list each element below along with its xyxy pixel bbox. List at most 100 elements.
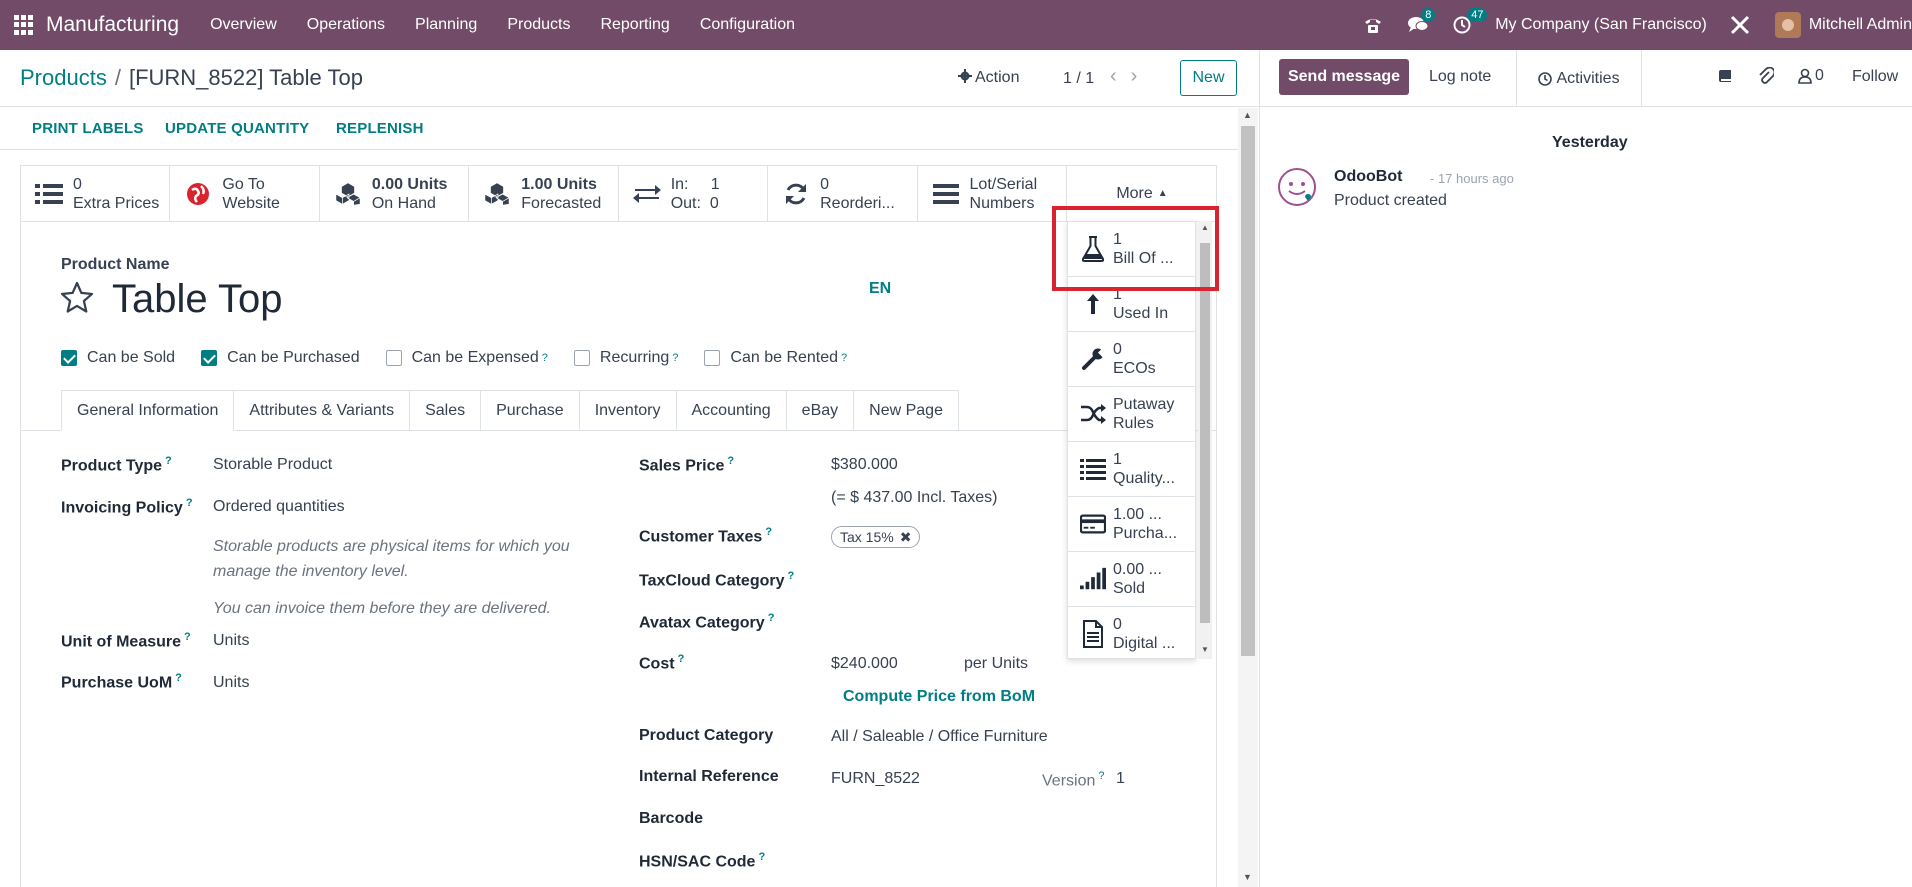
menu-products[interactable]: Products xyxy=(492,16,585,34)
help-icon[interactable]: ? xyxy=(765,526,772,538)
checkbox-box[interactable] xyxy=(704,350,721,366)
help-icon[interactable]: ? xyxy=(758,851,765,863)
internal-reference-value[interactable]: FURN_8522 xyxy=(831,770,920,788)
tab-accounting[interactable]: Accounting xyxy=(676,390,787,431)
tax-tag[interactable]: Tax 15% ✖ xyxy=(831,526,921,548)
tab-attributes-variants[interactable]: Attributes & Variants xyxy=(234,390,411,431)
star-icon[interactable] xyxy=(59,280,95,321)
checkbox-box[interactable] xyxy=(201,350,218,366)
quality-points-button[interactable]: 1 Quality... xyxy=(1068,442,1195,497)
checkbox-box[interactable] xyxy=(385,350,402,366)
app-name[interactable]: Manufacturing xyxy=(46,13,179,37)
tab-new-page[interactable]: New Page xyxy=(854,390,959,431)
book-icon[interactable] xyxy=(1718,68,1734,84)
version-value[interactable]: 1 xyxy=(1116,770,1125,788)
ecos-button[interactable]: 0 ECOs xyxy=(1068,332,1195,387)
log-note-button[interactable]: Log note xyxy=(1429,68,1491,86)
help-icon[interactable]: ? xyxy=(175,672,182,684)
followers-button[interactable]: 0 xyxy=(1798,67,1824,85)
menu-operations[interactable]: Operations xyxy=(292,16,400,34)
debug-tools-icon[interactable] xyxy=(1729,14,1751,36)
language-button[interactable]: EN xyxy=(869,280,891,298)
update-quantity-button[interactable]: UPDATE QUANTITY xyxy=(165,120,309,137)
checkbox-box[interactable] xyxy=(61,350,77,366)
menu-reporting[interactable]: Reporting xyxy=(585,16,684,34)
help-icon[interactable]: ? xyxy=(788,570,795,582)
digital-files-button[interactable]: 0 Digital ... xyxy=(1068,607,1195,658)
in-out-button[interactable]: In: 1 Out: 0 xyxy=(618,166,769,222)
on-hand-button[interactable]: 0.00 Units On Hand xyxy=(319,166,470,222)
product-type-value[interactable]: Storable Product xyxy=(213,456,332,474)
user-name[interactable]: Mitchell Admin xyxy=(1809,16,1912,34)
paperclip-icon[interactable] xyxy=(1758,67,1774,85)
dropdown-scroll-thumb[interactable] xyxy=(1200,243,1210,623)
menu-planning[interactable]: Planning xyxy=(400,16,492,34)
sales-price-value[interactable]: $380.000 xyxy=(831,456,898,474)
company-switcher[interactable]: My Company (San Francisco) xyxy=(1495,16,1707,34)
tab-sales[interactable]: Sales xyxy=(410,390,482,431)
can-be-sold-checkbox[interactable]: Can be Sold xyxy=(61,349,175,367)
can-be-rented-checkbox[interactable]: Can be Rented? xyxy=(704,349,847,367)
tab-purchase[interactable]: Purchase xyxy=(481,390,580,431)
help-icon[interactable]: ? xyxy=(542,352,548,364)
can-be-purchased-checkbox[interactable]: Can be Purchased xyxy=(201,349,360,367)
form-scroll-thumb[interactable] xyxy=(1241,126,1255,656)
form-scrollbar[interactable]: ▲ ▼ xyxy=(1238,108,1258,887)
purchased-button[interactable]: 1.00 ... Purcha... xyxy=(1068,497,1195,552)
checkbox-box[interactable] xyxy=(573,350,590,366)
product-name-field[interactable]: Table Top xyxy=(112,277,283,322)
extra-prices-button[interactable]: 0 Extra Prices xyxy=(21,166,171,222)
lot-serial-button[interactable]: Lot/Serial Numbers xyxy=(917,166,1067,222)
action-menu-button[interactable]: Action xyxy=(958,69,1019,87)
pager-value[interactable]: 1 / 1 xyxy=(1063,70,1094,88)
replenish-button[interactable]: REPLENISH xyxy=(336,120,424,137)
menu-overview[interactable]: Overview xyxy=(195,16,292,34)
tab-ebay[interactable]: eBay xyxy=(786,390,855,431)
remove-tag-icon[interactable]: ✖ xyxy=(900,529,912,546)
document-icon xyxy=(1080,620,1106,648)
pager-prev-icon[interactable]: ‹ xyxy=(1110,65,1131,87)
reordering-rules-button[interactable]: 0 Reorderi... xyxy=(768,166,918,222)
tab-inventory[interactable]: Inventory xyxy=(579,390,677,431)
can-be-expensed-checkbox[interactable]: Can be Expensed? xyxy=(385,349,548,367)
checkbox-label: Can be Expensed xyxy=(411,349,539,366)
putaway-rules-button[interactable]: Putaway Rules xyxy=(1068,387,1195,442)
help-icon[interactable]: ? xyxy=(841,352,847,364)
help-icon[interactable]: ? xyxy=(768,612,775,624)
send-message-button[interactable]: Send message xyxy=(1279,59,1409,95)
menu-configuration[interactable]: Configuration xyxy=(685,16,810,34)
help-icon[interactable]: ? xyxy=(678,653,685,665)
phone-icon[interactable] xyxy=(1363,16,1383,34)
follow-button[interactable]: Follow xyxy=(1852,68,1898,86)
sold-button[interactable]: 0.00 ... Sold xyxy=(1068,552,1195,607)
scroll-up-arrow-icon[interactable]: ▲ xyxy=(1243,110,1252,120)
scroll-down-arrow-icon[interactable]: ▼ xyxy=(1243,872,1252,882)
activities-button[interactable]: Activities xyxy=(1516,50,1642,107)
print-labels-button[interactable]: PRINT LABELS xyxy=(32,120,144,137)
breadcrumb-products-link[interactable]: Products xyxy=(20,65,107,90)
recurring-checkbox[interactable]: Recurring? xyxy=(573,349,678,367)
apps-menu-icon[interactable] xyxy=(14,15,34,35)
activity-clock-icon[interactable]: 47 xyxy=(1453,8,1488,34)
help-icon[interactable]: ? xyxy=(1098,770,1104,782)
uom-value[interactable]: Units xyxy=(213,632,249,650)
product-category-value[interactable]: All / Saleable / Office Furniture xyxy=(831,728,1048,746)
pager-next-icon[interactable]: › xyxy=(1131,65,1152,87)
help-icon[interactable]: ? xyxy=(672,352,678,364)
help-icon[interactable]: ? xyxy=(727,455,734,467)
user-avatar[interactable] xyxy=(1774,12,1801,38)
scroll-down-arrow-icon[interactable]: ▼ xyxy=(1201,645,1209,654)
invoicing-policy-value[interactable]: Ordered quantities xyxy=(213,498,345,516)
help-icon[interactable]: ? xyxy=(165,455,172,467)
help-icon[interactable]: ? xyxy=(186,497,193,509)
chat-icon[interactable]: 8 xyxy=(1407,8,1436,34)
new-button[interactable]: New xyxy=(1180,60,1237,96)
message-author[interactable]: OdooBot xyxy=(1334,168,1402,186)
compute-price-from-bom-button[interactable]: Compute Price from BoM xyxy=(843,688,1035,706)
tab-general-information[interactable]: General Information xyxy=(61,390,235,431)
cost-value[interactable]: $240.000 xyxy=(831,655,898,673)
purchase-uom-value[interactable]: Units xyxy=(213,674,249,692)
help-icon[interactable]: ? xyxy=(184,631,191,643)
forecasted-button[interactable]: 1.00 Units Forecasted xyxy=(469,166,619,222)
go-to-website-button[interactable]: Go To Website xyxy=(170,166,320,222)
